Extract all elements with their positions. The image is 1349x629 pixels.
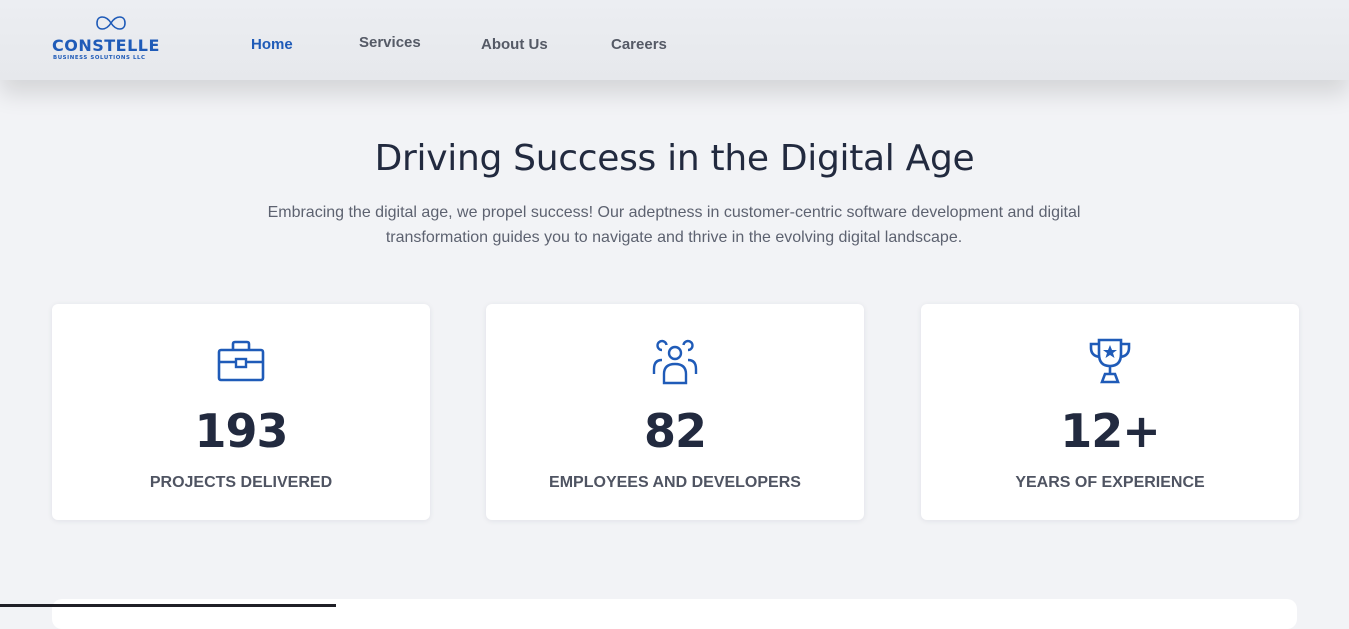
nav-services[interactable]: Services [359, 34, 421, 51]
stat-card-employees: 82 EMPLOYEES AND DEVELOPERS [486, 304, 864, 520]
nav-about-us[interactable]: About Us [481, 36, 548, 53]
stat-value: 193 [194, 404, 288, 458]
site-header: CONSTELLE BUSINESS SOLUTIONS LLC Home Se… [0, 0, 1349, 80]
trophy-icon [1089, 338, 1131, 384]
stat-value: 82 [643, 404, 707, 458]
stat-card-projects: 193 PROJECTS DELIVERED [52, 304, 430, 520]
infinity-icon [96, 16, 126, 30]
nav-careers[interactable]: Careers [611, 36, 667, 53]
hero-title: Driving Success in the Digital Age [374, 138, 975, 179]
team-icon [652, 339, 698, 385]
hero-description: Embracing the digital age, we propel suc… [267, 204, 1081, 246]
stat-label: EMPLOYEES AND DEVELOPERS [549, 474, 801, 491]
brand-tagline: BUSINESS SOLUTIONS LLC [53, 55, 146, 61]
briefcase-icon [217, 340, 265, 382]
stat-label: YEARS OF EXPERIENCE [1015, 474, 1205, 491]
stat-value: 12+ [1060, 404, 1161, 458]
brand-logo[interactable]: CONSTELLE BUSINESS SOLUTIONS LLC [52, 12, 182, 64]
stat-card-experience: 12+ YEARS OF EXPERIENCE [921, 304, 1299, 520]
brand-name: CONSTELLE [52, 36, 160, 55]
nav-home[interactable]: Home [251, 36, 293, 53]
stat-label: PROJECTS DELIVERED [149, 474, 333, 491]
